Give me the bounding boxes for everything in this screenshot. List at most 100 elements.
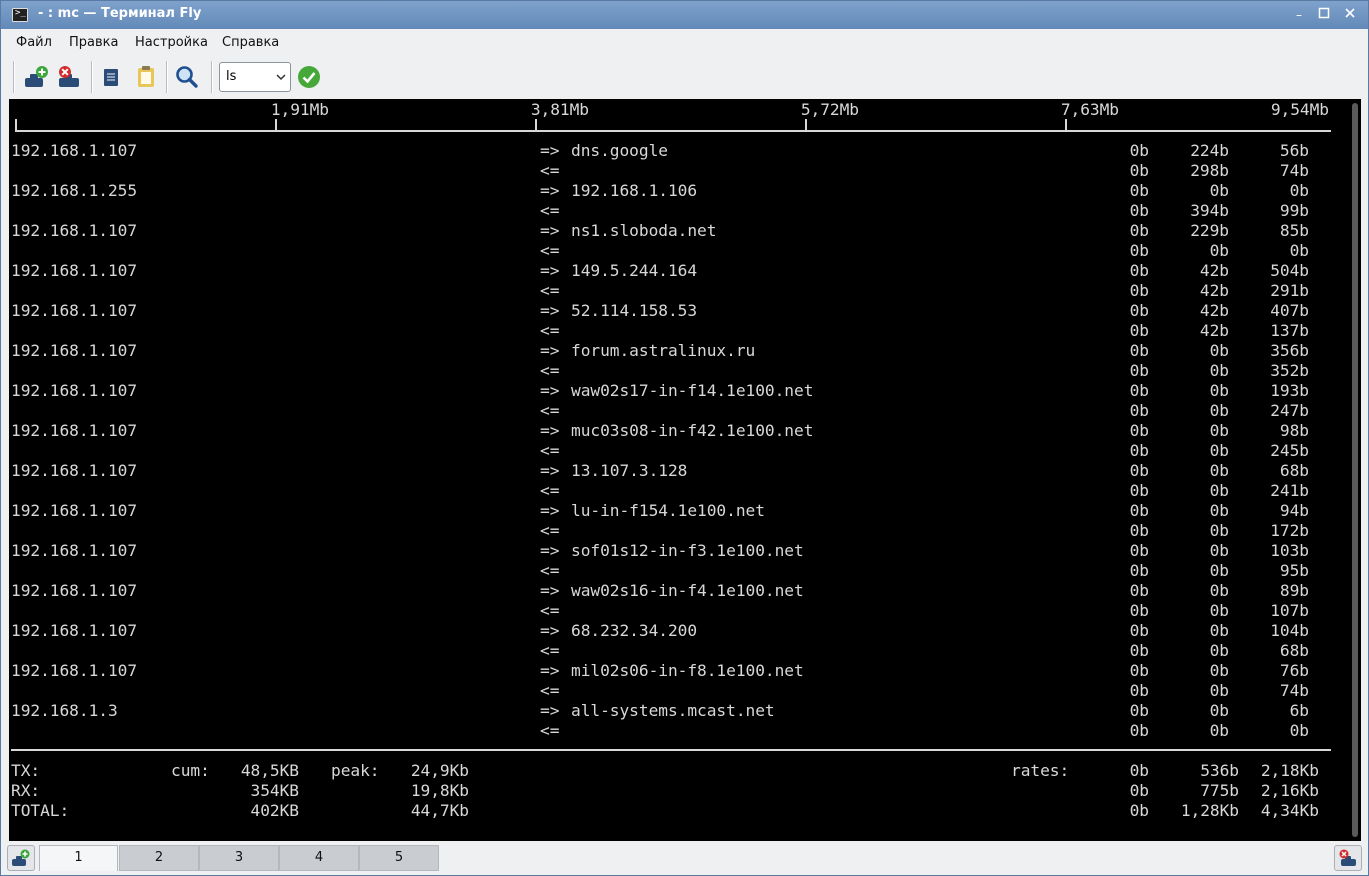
- session-tab-2[interactable]: 2: [119, 845, 199, 871]
- rate-out-value: 0b: [1129, 581, 1149, 600]
- rate-in-value: 99b: [1279, 201, 1309, 220]
- totals-cum-value: 354KB: [250, 781, 300, 800]
- scale-tick: [1065, 119, 1067, 131]
- rate-out-value: 0b: [1129, 421, 1149, 440]
- rate-in-value: 0b: [1129, 241, 1149, 260]
- rate-out-value: 0b: [1209, 461, 1229, 480]
- maximize-icon: [1318, 7, 1330, 19]
- new-tab-button[interactable]: [7, 845, 35, 871]
- conn-destination: all-systems.mcast.net: [571, 701, 775, 720]
- rate-in-value: 291b: [1270, 281, 1309, 300]
- rate-out-value: 42b: [1199, 301, 1229, 320]
- rate-out-value: 0b: [1129, 541, 1149, 560]
- conn-destination: forum.astralinux.ru: [571, 341, 756, 360]
- menu-bar: Файл Правка Настройка Справка: [1, 29, 1368, 57]
- toolbar-separator: [166, 61, 168, 93]
- totals-rate-value: 0b: [1129, 761, 1149, 780]
- rate-in-value: 0b: [1129, 481, 1149, 500]
- conn-destination: mil02s06-in-f8.1e100.net: [571, 661, 804, 680]
- rate-in-value: 0b: [1289, 241, 1309, 260]
- rate-out-value: 0b: [1209, 341, 1229, 360]
- rate-out-value: 0b: [1129, 701, 1149, 720]
- menu-help[interactable]: Справка: [222, 35, 279, 50]
- rate-out-value: 76b: [1279, 661, 1309, 680]
- totals-peak-value: 19,8Kb: [410, 781, 469, 800]
- menu-file[interactable]: Файл: [16, 35, 52, 50]
- session-tab-3[interactable]: 3: [199, 845, 279, 871]
- rate-in-value: 0b: [1129, 721, 1149, 740]
- copy-button[interactable]: [97, 63, 125, 91]
- arrow-in: <=: [540, 441, 560, 460]
- conn-destination: 52.114.158.53: [571, 301, 698, 320]
- session-tab-5[interactable]: 5: [359, 845, 439, 871]
- arrow-in: <=: [540, 721, 560, 740]
- find-button[interactable]: [173, 63, 201, 91]
- add-session-icon: [12, 849, 30, 866]
- conn-destination: sof01s12-in-f3.1e100.net: [571, 541, 804, 560]
- totals-rate-value: 0b: [1129, 801, 1149, 820]
- rate-in-value: 95b: [1279, 561, 1309, 580]
- scale-tick: [805, 119, 807, 131]
- conn-destination: 149.5.244.164: [571, 261, 698, 280]
- paste-button[interactable]: [132, 63, 160, 91]
- arrow-out: =>: [540, 261, 560, 280]
- rate-out-value: 0b: [1289, 181, 1309, 200]
- rate-in-value: 0b: [1209, 481, 1229, 500]
- session-tab-4[interactable]: 4: [279, 845, 359, 871]
- scale-tick: [15, 119, 17, 131]
- session-tab-1[interactable]: 1: [39, 845, 118, 871]
- paste-icon: [138, 66, 154, 87]
- new-session-button[interactable]: [22, 63, 50, 91]
- arrow-out: =>: [540, 181, 560, 200]
- maximize-button[interactable]: [1316, 7, 1332, 23]
- totals-row-label: TX:: [11, 761, 41, 780]
- rate-in-value: 0b: [1209, 441, 1229, 460]
- rate-in-value: 0b: [1209, 721, 1229, 740]
- menu-edit[interactable]: Правка: [69, 35, 118, 50]
- remove-session-icon: [59, 66, 79, 87]
- close-tab-button[interactable]: [1334, 845, 1362, 871]
- conn-destination: 68.232.34.200: [571, 621, 698, 640]
- rate-out-value: 0b: [1209, 661, 1229, 680]
- rate-in-value: 107b: [1270, 601, 1309, 620]
- conn-destination: lu-in-f154.1e100.net: [571, 501, 765, 520]
- arrow-in: <=: [540, 161, 560, 180]
- rate-out-value: 193b: [1270, 381, 1309, 400]
- close-icon: [1345, 8, 1355, 18]
- arrow-in: <=: [540, 641, 560, 660]
- session-tab-bar: 12345: [1, 843, 1368, 875]
- rate-out-value: 89b: [1279, 581, 1309, 600]
- rate-in-value: 0b: [1129, 321, 1149, 340]
- scale-label: 3,81Mb: [530, 100, 589, 119]
- close-session-button[interactable]: [56, 63, 84, 91]
- conn-source: 192.168.1.107: [11, 541, 138, 560]
- conn-source: 192.168.1.3: [11, 701, 118, 720]
- conn-destination: ns1.sloboda.net: [571, 221, 717, 240]
- rate-out-value: 0b: [1129, 461, 1149, 480]
- terminal-area[interactable]: 1,91Mb 3,81Mb 5,72Mb 7,63Mb 9,54Mb 192.168.1…: [9, 99, 1361, 841]
- rate-out-value: 94b: [1279, 501, 1309, 520]
- title-bar[interactable]: >_ - : mc — Терминал Fly –: [1, 1, 1368, 29]
- arrow-out: =>: [540, 661, 560, 680]
- minimize-button[interactable]: –: [1291, 7, 1307, 23]
- toolbar-separator: [13, 61, 15, 93]
- totals-rate-value: 0b: [1129, 781, 1149, 800]
- conn-source: 192.168.1.107: [11, 421, 138, 440]
- command-combo[interactable]: ls: [219, 62, 291, 92]
- run-command-button[interactable]: [295, 63, 323, 91]
- conn-source: 192.168.1.107: [11, 581, 138, 600]
- arrow-in: <=: [540, 281, 560, 300]
- rate-in-value: 0b: [1129, 681, 1149, 700]
- rate-out-value: 0b: [1129, 621, 1149, 640]
- arrow-out: =>: [540, 621, 560, 640]
- conn-destination: waw02s17-in-f14.1e100.net: [571, 381, 814, 400]
- close-button[interactable]: [1342, 7, 1358, 23]
- arrow-in: <=: [540, 481, 560, 500]
- rate-out-value: 0b: [1129, 221, 1149, 240]
- arrow-out: =>: [540, 141, 560, 160]
- terminal-scrollbar[interactable]: [1352, 103, 1358, 837]
- rate-in-value: 0b: [1129, 521, 1149, 540]
- arrow-out: =>: [540, 461, 560, 480]
- menu-settings[interactable]: Настройка: [135, 35, 208, 50]
- rate-out-value: 0b: [1209, 581, 1229, 600]
